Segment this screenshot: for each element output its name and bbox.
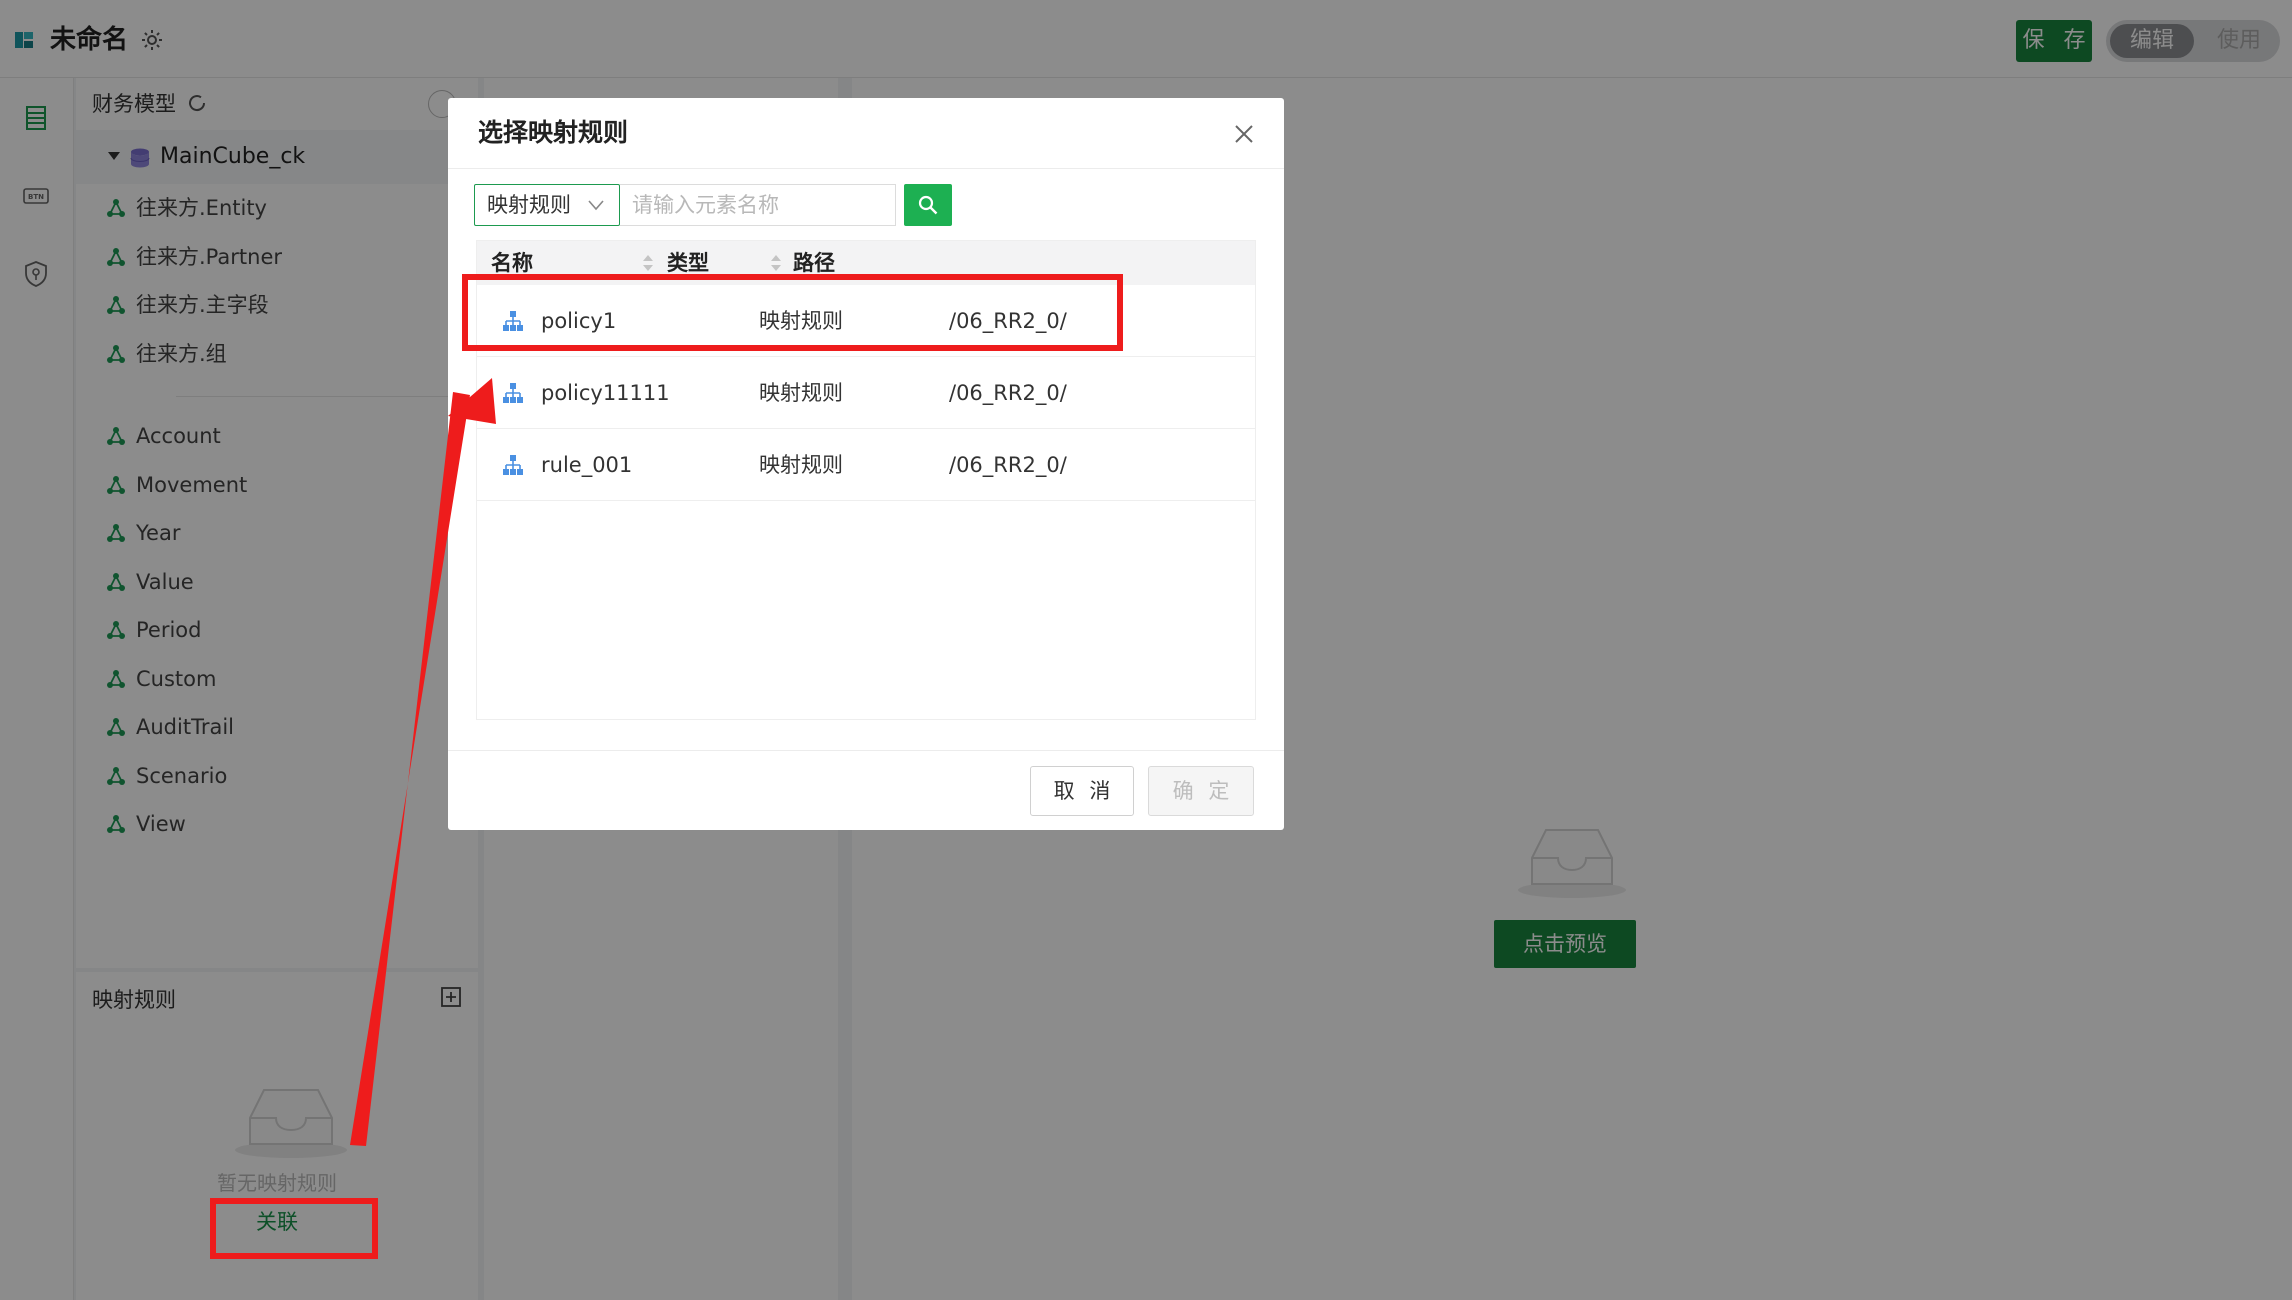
search-input[interactable] [620, 184, 896, 226]
dialog-title: 选择映射规则 [478, 118, 629, 147]
row-name: policy11111 [541, 381, 670, 405]
sort-icon[interactable] [641, 251, 655, 275]
select-rule-dialog: 选择映射规则 映射规则 名称 类型 路径 policy1 映射规则/06_RR2_… [448, 98, 1284, 830]
row-type: 映射规则 [759, 309, 843, 333]
chevron-down-icon [588, 200, 604, 211]
row-name: rule_001 [541, 453, 633, 477]
cancel-button[interactable]: 取 消 [1030, 766, 1134, 816]
close-icon[interactable] [1232, 122, 1256, 146]
search-icon [918, 195, 938, 215]
table-row[interactable]: policy1 映射规则/06_RR2_0/ [477, 285, 1255, 357]
row-type: 映射规则 [759, 381, 843, 405]
search-button[interactable] [904, 184, 952, 226]
row-type: 映射规则 [759, 453, 843, 477]
rule-table: 名称 类型 路径 policy1 映射规则/06_RR2_0/policy1111… [476, 240, 1256, 720]
row-name: policy1 [541, 309, 617, 333]
row-path: /06_RR2_0/ [949, 453, 1067, 477]
rule-tree-icon [503, 383, 523, 403]
row-path: /06_RR2_0/ [949, 381, 1067, 405]
rule-tree-icon [503, 311, 523, 331]
column-name[interactable]: 名称 [491, 241, 533, 285]
sort-icon[interactable] [769, 251, 783, 275]
table-header: 名称 类型 路径 [477, 241, 1255, 285]
row-path: /06_RR2_0/ [949, 309, 1067, 333]
dialog-header-divider [448, 168, 1284, 169]
table-row[interactable]: policy11111 映射规则/06_RR2_0/ [477, 357, 1255, 429]
dialog-footer-divider [448, 750, 1284, 751]
table-row[interactable]: rule_001 映射规则/06_RR2_0/ [477, 429, 1255, 501]
column-path[interactable]: 路径 [793, 241, 835, 285]
confirm-button[interactable]: 确 定 [1148, 766, 1254, 816]
column-type[interactable]: 类型 [667, 241, 709, 285]
type-filter-value: 映射规则 [487, 193, 571, 217]
type-filter-select[interactable]: 映射规则 [474, 184, 620, 226]
rule-tree-icon [503, 455, 523, 475]
